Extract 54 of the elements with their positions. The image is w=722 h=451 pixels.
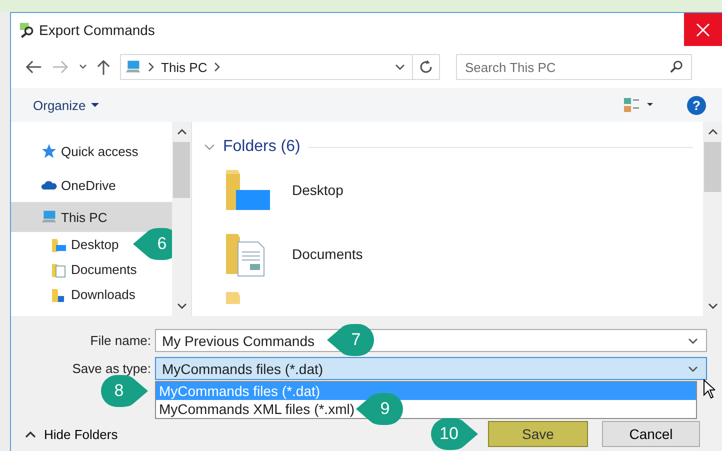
- nav-item[interactable]: Quick access: [11, 134, 172, 168]
- folder-icon: [51, 286, 67, 302]
- callout-badge: 9: [356, 392, 404, 426]
- chevron-down-icon[interactable]: [395, 64, 405, 70]
- help-button[interactable]: ?: [687, 96, 706, 114]
- chevron-down-icon[interactable]: [176, 303, 186, 309]
- folder-icon: [51, 236, 67, 252]
- back-arrow-icon[interactable]: [25, 60, 42, 74]
- field-label: File name:: [89, 333, 152, 348]
- callout-badge: 7: [327, 323, 375, 357]
- star-icon: [41, 143, 57, 159]
- hide-folders-button[interactable]: Hide Folders: [21, 424, 122, 444]
- scrollbar[interactable]: [172, 122, 191, 316]
- window-title: Export Commands: [39, 22, 155, 38]
- callout-badge: 6: [133, 227, 172, 261]
- computer-icon: [41, 209, 57, 225]
- field-label: Save as type:: [71, 361, 152, 376]
- search-field[interactable]: Search This PC: [456, 54, 692, 80]
- document-folder-icon: [51, 262, 67, 278]
- chevron-down-icon[interactable]: [708, 303, 718, 309]
- nav-item[interactable]: OneDrive: [11, 168, 172, 202]
- group-heading: Folders (6): [223, 138, 300, 156]
- scrollbar[interactable]: [703, 122, 722, 316]
- folder-name[interactable]: Desktop: [292, 182, 344, 198]
- nav-item[interactable]: Downloads: [11, 282, 140, 307]
- address-bar[interactable]: This PC: [120, 54, 440, 80]
- organize-menu-button[interactable]: Organize: [31, 96, 101, 114]
- callout-badge: 10: [430, 417, 478, 451]
- scrollbar-thumb[interactable]: [704, 142, 721, 192]
- close-button[interactable]: [684, 13, 722, 46]
- close-icon: [696, 22, 710, 36]
- chevron-right-icon[interactable]: [214, 62, 220, 72]
- file-type-dropdown[interactable]: MyCommands files (*.dat): [155, 357, 707, 380]
- computer-icon: [125, 59, 141, 75]
- nav-item[interactable]: Desktop: [11, 232, 123, 257]
- cancel-button[interactable]: Cancel: [602, 421, 700, 447]
- breadcrumb-item[interactable]: This PC: [161, 60, 208, 74]
- chevron-down-icon[interactable]: [79, 64, 87, 70]
- magnifier-icon: [19, 22, 35, 38]
- folder-name[interactable]: Documents: [292, 246, 363, 262]
- chevron-up-icon: [25, 430, 36, 438]
- nav-item[interactable]: This PC: [11, 202, 172, 232]
- view-options-icon[interactable]: [623, 97, 653, 113]
- up-arrow-icon[interactable]: [97, 58, 110, 76]
- scrollbar-thumb[interactable]: [173, 142, 190, 198]
- chevron-up-icon[interactable]: [708, 129, 718, 135]
- mouse-pointer-icon: [703, 379, 715, 399]
- save-button[interactable]: Save: [488, 421, 588, 447]
- chevron-right-icon[interactable]: [148, 62, 154, 72]
- dropdown-option[interactable]: MyCommands XML files (*.xml): [156, 400, 358, 418]
- search-icon[interactable]: [670, 60, 683, 73]
- chevron-up-icon[interactable]: [176, 129, 186, 135]
- chevron-down-icon[interactable]: [688, 338, 698, 344]
- chevron-down-icon[interactable]: [688, 366, 698, 372]
